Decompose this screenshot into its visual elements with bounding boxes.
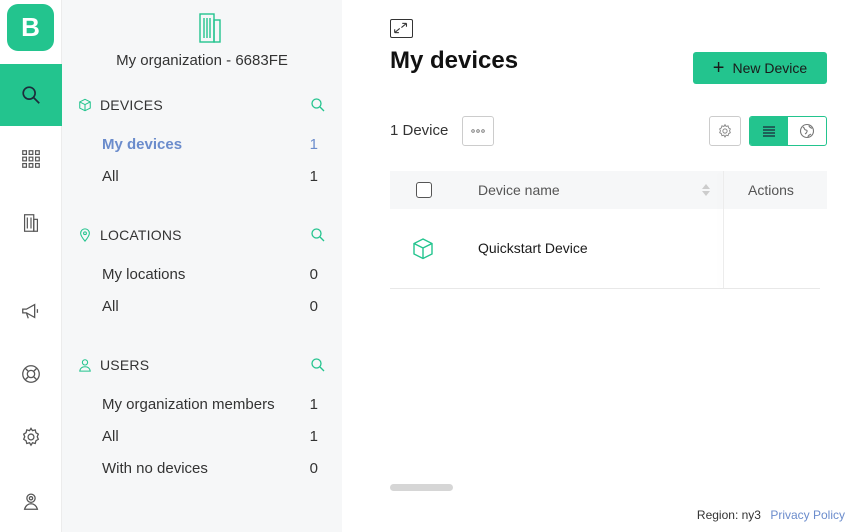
nav-all-devices[interactable]: All 1 [102, 164, 318, 188]
new-device-button[interactable]: + New Device [693, 52, 827, 84]
organization-name: My organization - 6683FE [116, 52, 288, 69]
nav-count: 0 [309, 265, 318, 283]
nav-users-no-devices[interactable]: With no devices 0 [102, 456, 318, 480]
user-icon [79, 359, 91, 372]
nav-all-locations[interactable]: All 0 [102, 294, 318, 318]
expand-icon [394, 22, 408, 34]
more-dots-icon [471, 129, 485, 133]
lifebuoy-icon [22, 365, 40, 383]
view-toggle [749, 116, 827, 146]
cube-icon [413, 238, 433, 260]
column-actions: Actions [748, 182, 794, 198]
cube-icon [79, 98, 91, 112]
device-count: 1 Device [390, 122, 449, 139]
list-view-button[interactable] [750, 117, 788, 145]
gear-icon [22, 427, 40, 447]
section-locations-title: LOCATIONS [100, 227, 182, 243]
nav-count: 1 [309, 135, 318, 153]
list-icon [763, 126, 775, 137]
section-devices-title: DEVICES [100, 97, 163, 113]
nav-count: 1 [309, 427, 318, 445]
region-label: Region: ny3 [696, 508, 761, 522]
user-badge-icon [23, 493, 39, 510]
building-icon [23, 214, 39, 232]
nav-label: My devices [102, 135, 183, 153]
section-users-title: USERS [100, 357, 150, 373]
blynk-logo[interactable]: B [7, 4, 54, 51]
navigation-panel: My organization - 6683FE DEVICES My devi… [62, 0, 342, 532]
pin-icon [80, 228, 90, 242]
horizontal-scrollbar[interactable] [390, 484, 453, 491]
section-devices-header: DEVICES [78, 95, 326, 115]
nav-label: All [102, 297, 119, 315]
rail-search-button[interactable] [0, 64, 62, 126]
sort-icon[interactable] [700, 183, 712, 197]
column-device-name[interactable]: Device name [478, 182, 560, 198]
organization-building-icon [199, 13, 221, 43]
map-view-button[interactable] [788, 117, 826, 145]
locations-search-icon[interactable] [310, 227, 326, 243]
gear-icon [719, 123, 731, 138]
nav-label: With no devices [102, 459, 208, 477]
rail-organization-button[interactable] [0, 192, 62, 254]
rail-apps-button[interactable] [0, 128, 62, 190]
nav-count: 0 [309, 297, 318, 315]
expand-view-button[interactable] [390, 19, 413, 38]
search-icon [22, 86, 40, 104]
nav-organization-members[interactable]: My organization members 1 [102, 392, 318, 416]
more-options-button[interactable] [462, 116, 494, 146]
new-device-label: New Device [732, 60, 808, 76]
devices-table: Device name Actions Quickstart Device [390, 171, 827, 289]
globe-icon [799, 123, 815, 139]
table-header: Device name Actions [390, 171, 827, 209]
table-row[interactable]: Quickstart Device [390, 209, 820, 289]
page-title: My devices [390, 47, 519, 74]
privacy-policy-link[interactable]: Privacy Policy [770, 508, 845, 522]
nav-label: All [102, 167, 119, 185]
devices-search-icon[interactable] [310, 97, 326, 113]
rail-help-button[interactable] [0, 343, 62, 405]
device-name-link[interactable]: Quickstart Device [478, 240, 588, 256]
nav-count: 1 [309, 167, 318, 185]
rail-announcements-button[interactable] [0, 280, 62, 342]
table-settings-button[interactable] [709, 116, 741, 146]
users-search-icon[interactable] [310, 357, 326, 373]
nav-count: 1 [309, 395, 318, 413]
nav-my-locations[interactable]: My locations 0 [102, 262, 318, 286]
section-locations-header: LOCATIONS [78, 225, 326, 245]
megaphone-icon [22, 303, 39, 319]
nav-all-users[interactable]: All 1 [102, 424, 318, 448]
nav-my-devices[interactable]: My devices 1 [102, 132, 318, 156]
nav-label: My organization members [102, 395, 275, 413]
plus-icon: + [712, 57, 725, 79]
nav-label: All [102, 427, 119, 445]
select-all-checkbox[interactable] [416, 182, 432, 198]
rail-account-button[interactable] [0, 470, 62, 532]
rail-settings-button[interactable] [0, 406, 62, 468]
icon-rail: B [0, 0, 62, 532]
nav-label: My locations [102, 265, 186, 283]
footer: Region: ny3 Privacy Policy [697, 508, 845, 522]
section-users-header: USERS [78, 355, 326, 375]
grid-icon [22, 150, 40, 168]
nav-count: 0 [309, 459, 318, 477]
main-content: My devices + New Device 1 Device Device … [342, 0, 855, 532]
